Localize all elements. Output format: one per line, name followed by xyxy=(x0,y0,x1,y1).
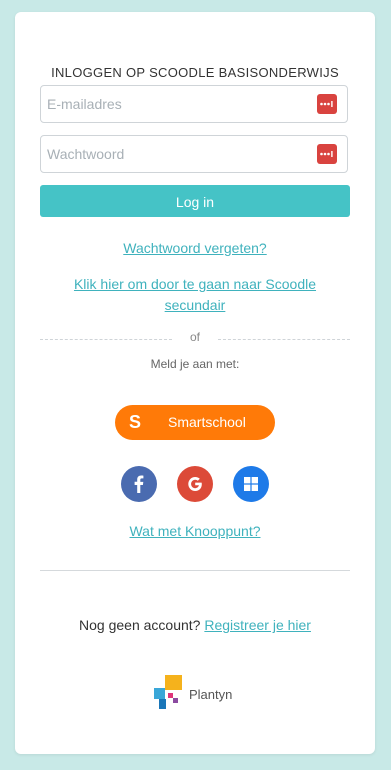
email-field-wrapper xyxy=(40,85,348,123)
facebook-icon xyxy=(134,475,144,493)
windows-button[interactable] xyxy=(233,466,269,502)
smartschool-icon: S xyxy=(129,412,142,432)
secondary-link[interactable]: Klik hier om door te gaan naar Scoodle s… xyxy=(15,274,375,316)
register-link[interactable]: Registreer je hier xyxy=(204,617,311,633)
forgot-password-link[interactable]: Wachtwoord vergeten? xyxy=(15,238,375,259)
divider-line-right xyxy=(218,339,350,340)
password-manager-icon[interactable] xyxy=(317,144,337,164)
plantyn-logo-icon xyxy=(154,675,182,709)
email-field[interactable] xyxy=(41,86,307,122)
secondary-link-line2[interactable]: secundair xyxy=(165,297,226,313)
section-divider xyxy=(40,570,350,571)
knooppunt-link[interactable]: Wat met Knooppunt? xyxy=(15,521,375,542)
or-divider: of xyxy=(40,330,350,344)
register-prompt: Nog geen account? Registreer je hier xyxy=(15,617,375,633)
smartschool-button[interactable]: S Smartschool xyxy=(115,405,275,440)
plantyn-logo: Plantyn xyxy=(154,675,244,711)
login-card: INLOGGEN OP SCOODLE BASISONDERWIJS Log i… xyxy=(15,12,375,754)
google-icon xyxy=(188,477,202,491)
plantyn-name: Plantyn xyxy=(189,687,233,702)
page-title: INLOGGEN OP SCOODLE BASISONDERWIJS xyxy=(51,65,339,80)
smartschool-label: Smartschool xyxy=(168,414,246,430)
windows-icon xyxy=(244,477,258,491)
password-field-wrapper xyxy=(40,135,348,173)
register-text: Nog geen account? xyxy=(79,617,201,633)
or-text: of xyxy=(189,330,200,344)
password-field[interactable] xyxy=(41,136,307,172)
facebook-button[interactable] xyxy=(121,466,157,502)
sign-in-with-label: Meld je aan met: xyxy=(150,357,240,371)
google-button[interactable] xyxy=(177,466,213,502)
password-manager-icon[interactable] xyxy=(317,94,337,114)
login-button[interactable]: Log in xyxy=(40,185,350,217)
secondary-link-line1[interactable]: Klik hier om door te gaan naar Scoodle xyxy=(74,276,316,292)
